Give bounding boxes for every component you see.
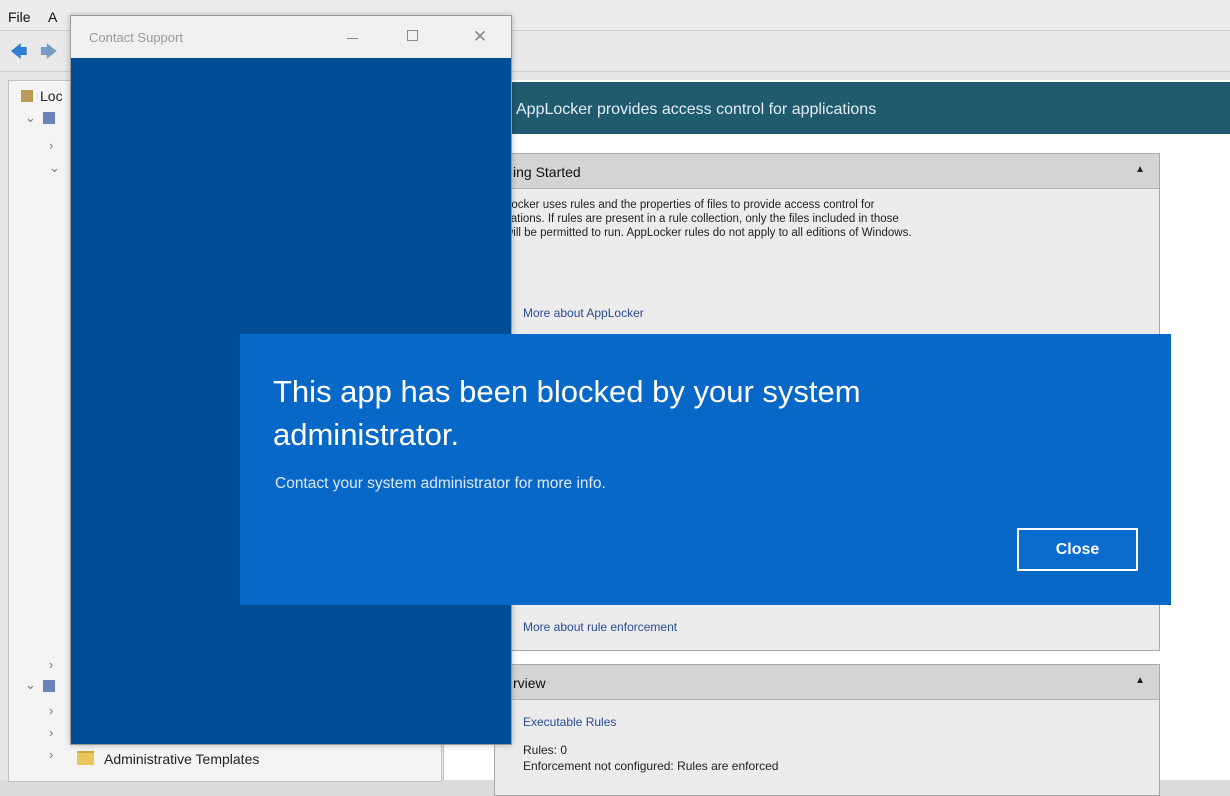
banner-text: AppLocker provides access control for ap… <box>516 101 877 118</box>
chevron-down-icon[interactable]: ⌄ <box>25 110 36 126</box>
collapse-caret-icon[interactable]: ▲ <box>1135 675 1145 686</box>
chevron-down-icon[interactable]: ⌄ <box>49 160 60 176</box>
dialog-heading: This app has been blocked by your system… <box>273 374 861 452</box>
panel-title: ing Started <box>513 164 581 180</box>
chevron-right-icon[interactable]: › <box>49 657 53 672</box>
enforcement-status: Enforcement not configured: Rules are en… <box>523 759 779 773</box>
window-title: Contact Support <box>89 30 183 45</box>
user-config-icon <box>43 680 55 692</box>
more-about-applocker-link[interactable]: More about AppLocker <box>523 306 644 320</box>
chevron-down-icon[interactable]: ⌄ <box>25 677 36 693</box>
collapse-caret-icon[interactable]: ▲ <box>1135 164 1145 175</box>
chevron-right-icon[interactable]: › <box>49 138 53 153</box>
close-icon[interactable]: ✕ <box>457 16 503 58</box>
body-line: Locker uses rules and the properties of … <box>505 199 875 211</box>
chevron-right-icon[interactable]: › <box>49 747 53 762</box>
rules-count: Rules: 0 <box>523 743 568 757</box>
applocker-banner: AppLocker provides access control for ap… <box>444 82 1230 134</box>
console-root-icon <box>21 90 33 102</box>
menu-file[interactable]: File <box>8 9 31 25</box>
tree-root-label[interactable]: Loc <box>40 88 63 104</box>
getting-started-text: Locker uses rules and the properties of … <box>505 198 1135 240</box>
overview-panel: rview ▲ Executable Rules Rules: 0 Enforc… <box>494 664 1160 796</box>
panel-header[interactable]: ing Started ▲ <box>495 154 1159 189</box>
tree-item-label: Administrative Templates <box>104 751 260 767</box>
minimize-icon[interactable] <box>329 16 375 58</box>
panel-title: rview <box>513 675 546 691</box>
executable-rules-link[interactable]: Executable Rules <box>523 715 616 729</box>
computer-policy-icon <box>43 112 55 124</box>
body-line: cations. If rules are present in a rule … <box>505 213 899 225</box>
chevron-right-icon[interactable]: › <box>49 703 53 718</box>
maximize-icon[interactable] <box>389 16 435 58</box>
window-titlebar[interactable]: Contact Support ✕ <box>71 16 511 58</box>
forward-arrow-icon[interactable]: 🡆 <box>40 43 58 60</box>
close-button[interactable]: Close <box>1017 528 1138 571</box>
app-blocked-dialog: This app has been blocked by your system… <box>240 334 1171 605</box>
tree-item-administrative-templates[interactable]: Administrative Templates <box>77 751 259 767</box>
dialog-message: Contact your system administrator for mo… <box>275 475 606 492</box>
body-line: will be permitted to run. AppLocker rule… <box>505 227 912 239</box>
chevron-right-icon[interactable]: › <box>49 725 53 740</box>
back-arrow-icon[interactable]: 🡄 <box>10 43 28 60</box>
more-about-rule-enforcement-link[interactable]: More about rule enforcement <box>523 620 677 634</box>
folder-icon <box>77 751 94 765</box>
menu-action[interactable]: A <box>48 9 57 25</box>
panel-header[interactable]: rview ▲ <box>495 665 1159 700</box>
